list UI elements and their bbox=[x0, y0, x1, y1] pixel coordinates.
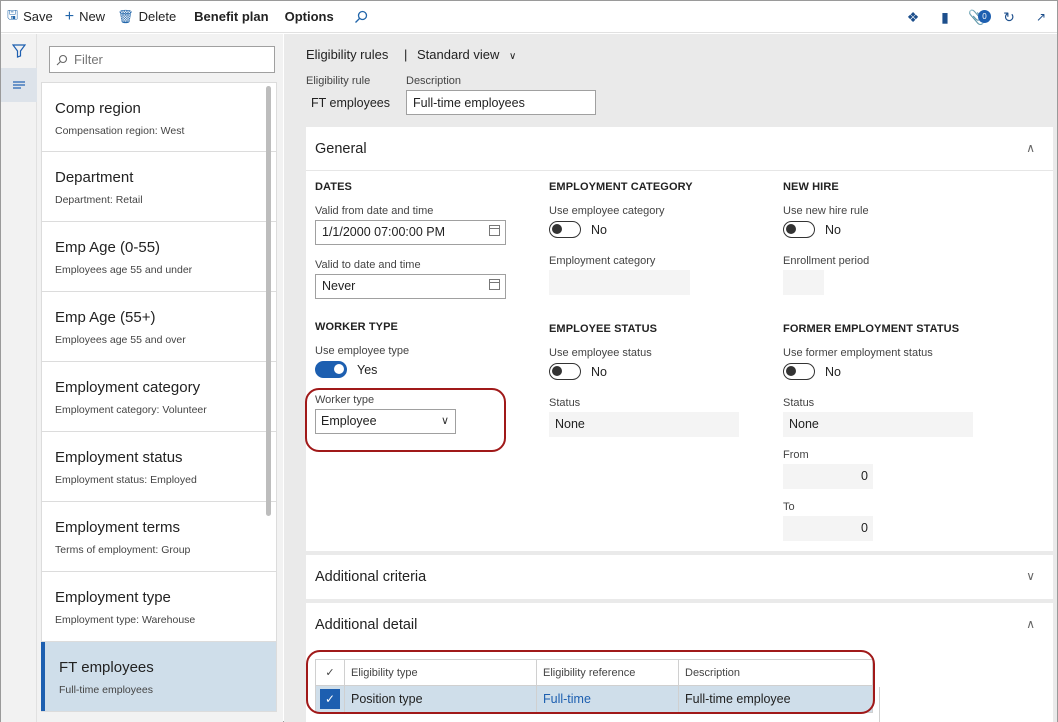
additional-criteria-header[interactable]: Additional criteria ∨ bbox=[306, 555, 1053, 599]
attachments-count-badge: 0 bbox=[978, 9, 991, 23]
list-view-icon[interactable] bbox=[1, 68, 37, 102]
refresh-icon[interactable]: ↻ bbox=[993, 9, 1025, 26]
additional-detail-header[interactable]: Additional detail ∧ bbox=[306, 603, 1053, 647]
breadcrumb: Eligibility rules | Standard view ∨ bbox=[306, 47, 528, 62]
list-item[interactable]: Emp Age (0-55) Employees age 55 and under bbox=[41, 222, 277, 292]
delete-button[interactable]: 🗑 Delete bbox=[111, 1, 182, 33]
former-status-field[interactable]: None bbox=[783, 412, 973, 437]
new-hire-group: NEW HIRE Use new hire rule No Enrollment… bbox=[783, 181, 983, 295]
employment-category-field[interactable] bbox=[549, 270, 690, 295]
use-new-hire-toggle[interactable] bbox=[783, 221, 815, 238]
power-apps-icon[interactable]: ❖ bbox=[897, 9, 929, 26]
use-employee-status-toggle[interactable] bbox=[549, 363, 581, 380]
page-title: Eligibility rules bbox=[306, 47, 389, 62]
enrollment-period-field[interactable] bbox=[783, 270, 824, 295]
use-former-status-toggle[interactable] bbox=[783, 363, 815, 380]
list-item[interactable]: Employment type Employment type: Warehous… bbox=[41, 572, 277, 642]
details-pane: Eligibility rules | Standard view ∨ Elig… bbox=[284, 34, 1057, 722]
save-icon: 🖫 bbox=[7, 6, 19, 22]
benefit-plan-tab[interactable]: Benefit plan bbox=[188, 1, 274, 33]
trash-icon: 🗑 bbox=[117, 8, 134, 24]
use-employee-category-toggle[interactable] bbox=[549, 221, 581, 238]
popout-icon[interactable]: ↗ bbox=[1025, 10, 1057, 24]
rule-value: FT employees bbox=[311, 96, 390, 110]
rule-label: Eligibility rule bbox=[306, 75, 371, 87]
search-icon bbox=[56, 54, 68, 65]
worker-type-highlight bbox=[305, 388, 506, 452]
description-field[interactable]: Full-time employees bbox=[406, 90, 596, 115]
chevron-down-icon: ∨ bbox=[509, 51, 517, 62]
employee-status-field[interactable]: None bbox=[549, 412, 739, 437]
list-item-selected[interactable]: FT employees Full-time employees bbox=[41, 642, 277, 712]
additional-criteria-section: Additional criteria ∨ bbox=[306, 555, 1053, 599]
chevron-down-icon: ∨ bbox=[1026, 569, 1035, 583]
list-item[interactable]: Employment terms Terms of employment: Gro… bbox=[41, 502, 277, 572]
grid-highlight bbox=[306, 650, 875, 714]
former-status-to-field[interactable]: 0 bbox=[783, 516, 873, 541]
chevron-up-icon: ∧ bbox=[1026, 141, 1035, 155]
nav-rail bbox=[1, 34, 37, 722]
new-button[interactable]: + New bbox=[59, 1, 111, 33]
filter-icon[interactable] bbox=[1, 34, 37, 68]
list-scrollbar[interactable] bbox=[266, 86, 271, 516]
valid-to-field[interactable]: Never bbox=[315, 274, 506, 299]
filter-input[interactable] bbox=[74, 52, 264, 67]
employee-status-group: EMPLOYEE STATUS Use employee status No S… bbox=[549, 323, 749, 437]
list-item[interactable]: Comp region Compensation region: West bbox=[41, 82, 277, 152]
former-status-group: FORMER EMPLOYMENT STATUS Use former empl… bbox=[783, 323, 1013, 541]
description-label: Description bbox=[406, 75, 462, 87]
attachments-icon[interactable]: 📎 0 bbox=[961, 9, 993, 26]
chevron-up-icon: ∧ bbox=[1026, 617, 1035, 631]
valid-from-field[interactable]: 1/1/2000 07:00:00 PM bbox=[315, 220, 506, 245]
plus-icon: + bbox=[64, 7, 75, 25]
calendar-icon[interactable] bbox=[489, 225, 500, 236]
action-pane: 🖫 Save + New 🗑 Delete Benefit plan Options … bbox=[1, 1, 1057, 33]
record-list: Comp region Compensation region: West Dep… bbox=[41, 82, 277, 722]
list-item[interactable]: Employment category Employment category: … bbox=[41, 362, 277, 432]
list-item[interactable]: Emp Age (55+) Employees age 55 and over bbox=[41, 292, 277, 362]
calendar-icon[interactable] bbox=[489, 279, 500, 290]
employment-category-group: EMPLOYMENT CATEGORY Use employee categor… bbox=[549, 181, 749, 295]
general-header[interactable]: General ∧ bbox=[306, 127, 1053, 171]
options-tab[interactable]: Options bbox=[279, 1, 340, 33]
office-icon[interactable]: ▮ bbox=[929, 9, 961, 26]
save-button[interactable]: 🖫 Save bbox=[1, 1, 59, 33]
list-item[interactable]: Department Department: Retail bbox=[41, 152, 277, 222]
search-icon[interactable] bbox=[348, 1, 374, 33]
additional-detail-section: Additional detail ∧ ✓ Eligibility type El… bbox=[306, 603, 1053, 722]
use-employee-type-toggle[interactable] bbox=[315, 361, 347, 378]
breadcrumb-separator: | bbox=[404, 47, 408, 62]
dates-group: DATES Valid from date and time 1/1/2000 … bbox=[315, 181, 515, 299]
general-section: General ∧ DATES Valid from date and time … bbox=[305, 127, 1053, 551]
list-item[interactable]: Employment status Employment status: Empl… bbox=[41, 432, 277, 502]
record-list-pane: Comp regionCompensation region: West Dep… bbox=[37, 34, 283, 722]
view-selector[interactable]: Standard view ∨ bbox=[417, 47, 522, 62]
former-status-from-field[interactable]: 0 bbox=[783, 464, 873, 489]
grid-divider bbox=[879, 687, 880, 722]
filter-box[interactable] bbox=[49, 46, 275, 73]
